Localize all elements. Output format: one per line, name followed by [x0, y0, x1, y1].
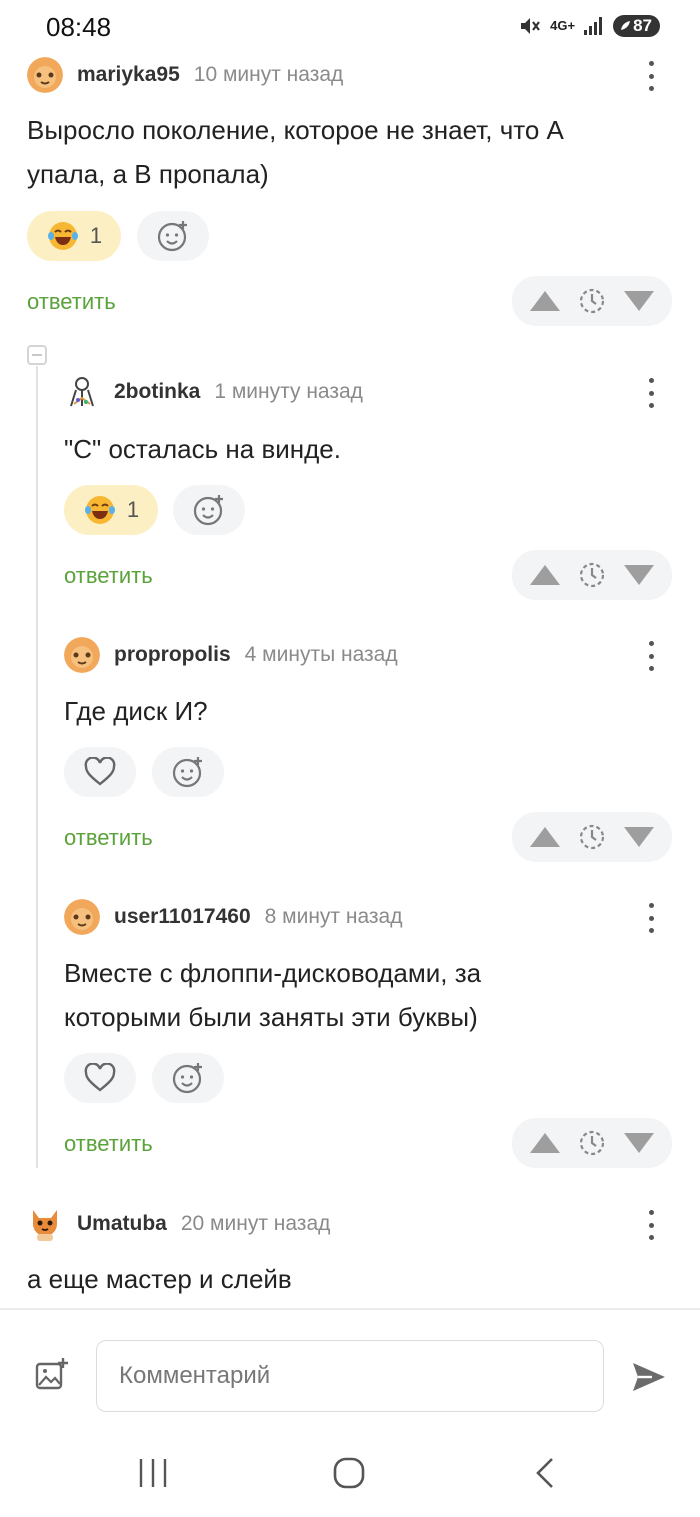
more-options-icon[interactable]	[641, 376, 661, 410]
vote-bar	[512, 276, 672, 326]
username[interactable]: Umatuba	[77, 1212, 167, 1236]
reaction-count: 1	[126, 497, 140, 522]
heart-icon	[84, 1063, 116, 1092]
upvote-icon[interactable]	[528, 824, 562, 850]
collapse-thread-button[interactable]	[27, 345, 47, 365]
heart-icon	[84, 757, 116, 786]
status-bar: 08:48 4G+ 87	[0, 0, 700, 54]
comment-text-line: упала, а В пропала)	[27, 159, 269, 189]
comment-text: а еще мастер и слейв	[27, 1257, 667, 1301]
downvote-icon[interactable]	[622, 824, 656, 850]
system-navigation-bar	[0, 1428, 700, 1517]
username[interactable]: propropolis	[114, 643, 231, 667]
reaction-button[interactable]: 1	[64, 485, 158, 535]
add-reaction-button[interactable]	[173, 485, 245, 535]
comment-text-line: Выросло поколение, которое не знает, что…	[27, 115, 564, 145]
comment-header: propropolis 4 минуты назад	[64, 637, 398, 673]
clock-icon[interactable]	[578, 823, 606, 851]
reply-button[interactable]: ответить	[64, 563, 153, 589]
avatar[interactable]	[64, 374, 100, 410]
comment-header: user11017460 8 минут назад	[64, 899, 402, 935]
timestamp: 8 минут назад	[264, 905, 403, 928]
add-emoji-icon	[172, 757, 202, 788]
avatar[interactable]	[27, 57, 63, 93]
reaction-button[interactable]: 1	[27, 211, 121, 261]
like-button[interactable]	[64, 1053, 136, 1103]
comment-text: Где диск И?	[64, 689, 664, 733]
avatar[interactable]	[64, 899, 100, 935]
comment-text-line: Где диск И?	[64, 696, 208, 726]
comment-header: Umatuba 20 минут назад	[27, 1206, 330, 1242]
system-icons: 4G+ 87	[518, 14, 660, 38]
comment-text-line: которыми были заняты эти буквы)	[64, 1002, 478, 1032]
battery-indicator: 87	[613, 15, 660, 37]
thread-line	[36, 366, 38, 1168]
mute-icon	[521, 18, 541, 34]
username[interactable]: mariyka95	[77, 63, 180, 87]
clock-icon[interactable]	[578, 1129, 606, 1157]
add-emoji-icon	[157, 221, 187, 252]
add-emoji-icon	[172, 1063, 202, 1094]
clock-icon[interactable]	[578, 287, 606, 315]
send-icon[interactable]	[630, 1360, 668, 1394]
home-icon[interactable]	[332, 1456, 366, 1490]
upvote-icon[interactable]	[528, 1130, 562, 1156]
add-reaction-button[interactable]	[137, 211, 209, 261]
comment-text-line: "С" осталась на винде.	[64, 434, 341, 464]
signal-icon	[584, 17, 603, 35]
vote-bar	[512, 550, 672, 600]
laughing-tears-icon	[84, 496, 115, 524]
comment-text: Выросло поколение, которое не знает, что…	[27, 108, 667, 196]
timestamp: 4 минуты назад	[244, 643, 398, 666]
reply-button[interactable]: ответить	[64, 825, 153, 851]
network-label: 4G+	[550, 18, 576, 33]
reaction-count: 1	[89, 223, 103, 248]
comment-composer	[0, 1308, 700, 1430]
comment-header: mariyka95 10 минут назад	[27, 57, 343, 93]
downvote-icon[interactable]	[622, 1130, 656, 1156]
timestamp: 20 минут назад	[180, 1212, 331, 1235]
timestamp: 10 минут назад	[193, 63, 344, 86]
avatar[interactable]	[27, 1206, 63, 1242]
comment-text: "С" осталась на винде.	[64, 427, 664, 471]
reply-button[interactable]: ответить	[27, 289, 116, 315]
recent-apps-icon[interactable]	[136, 1457, 170, 1489]
username[interactable]: user11017460	[114, 905, 251, 929]
comment-header: 2botinka 1 минуту назад	[64, 374, 363, 410]
attach-image-icon[interactable]	[34, 1356, 70, 1392]
like-button[interactable]	[64, 747, 136, 797]
add-reaction-button[interactable]	[152, 747, 224, 797]
add-reaction-button[interactable]	[152, 1053, 224, 1103]
more-options-icon[interactable]	[641, 639, 661, 673]
vote-bar	[512, 1118, 672, 1168]
laughing-tears-icon	[47, 222, 78, 250]
vote-bar	[512, 812, 672, 862]
status-time: 08:48	[46, 12, 112, 42]
upvote-icon[interactable]	[528, 288, 562, 314]
comment-text-line: Вместе с флоппи-дисководами, за	[64, 958, 482, 988]
username[interactable]: 2botinka	[114, 380, 200, 404]
battery-level: 87	[633, 16, 652, 35]
downvote-icon[interactable]	[622, 288, 656, 314]
upvote-icon[interactable]	[528, 562, 562, 588]
timestamp: 1 минуту назад	[214, 380, 363, 403]
more-options-icon[interactable]	[641, 1208, 661, 1242]
battery-saver-icon	[621, 21, 631, 30]
comment-text-line: а еще мастер и слейв	[27, 1264, 292, 1294]
add-emoji-icon	[193, 495, 223, 526]
comment-text: Вместе с флоппи-дисководами, за которыми…	[64, 951, 664, 1039]
more-options-icon[interactable]	[641, 59, 661, 93]
avatar[interactable]	[64, 637, 100, 673]
comment-input[interactable]	[96, 1340, 604, 1412]
clock-icon[interactable]	[578, 561, 606, 589]
downvote-icon[interactable]	[622, 562, 656, 588]
more-options-icon[interactable]	[641, 901, 661, 935]
reply-button[interactable]: ответить	[64, 1131, 153, 1157]
back-icon[interactable]	[532, 1456, 560, 1490]
